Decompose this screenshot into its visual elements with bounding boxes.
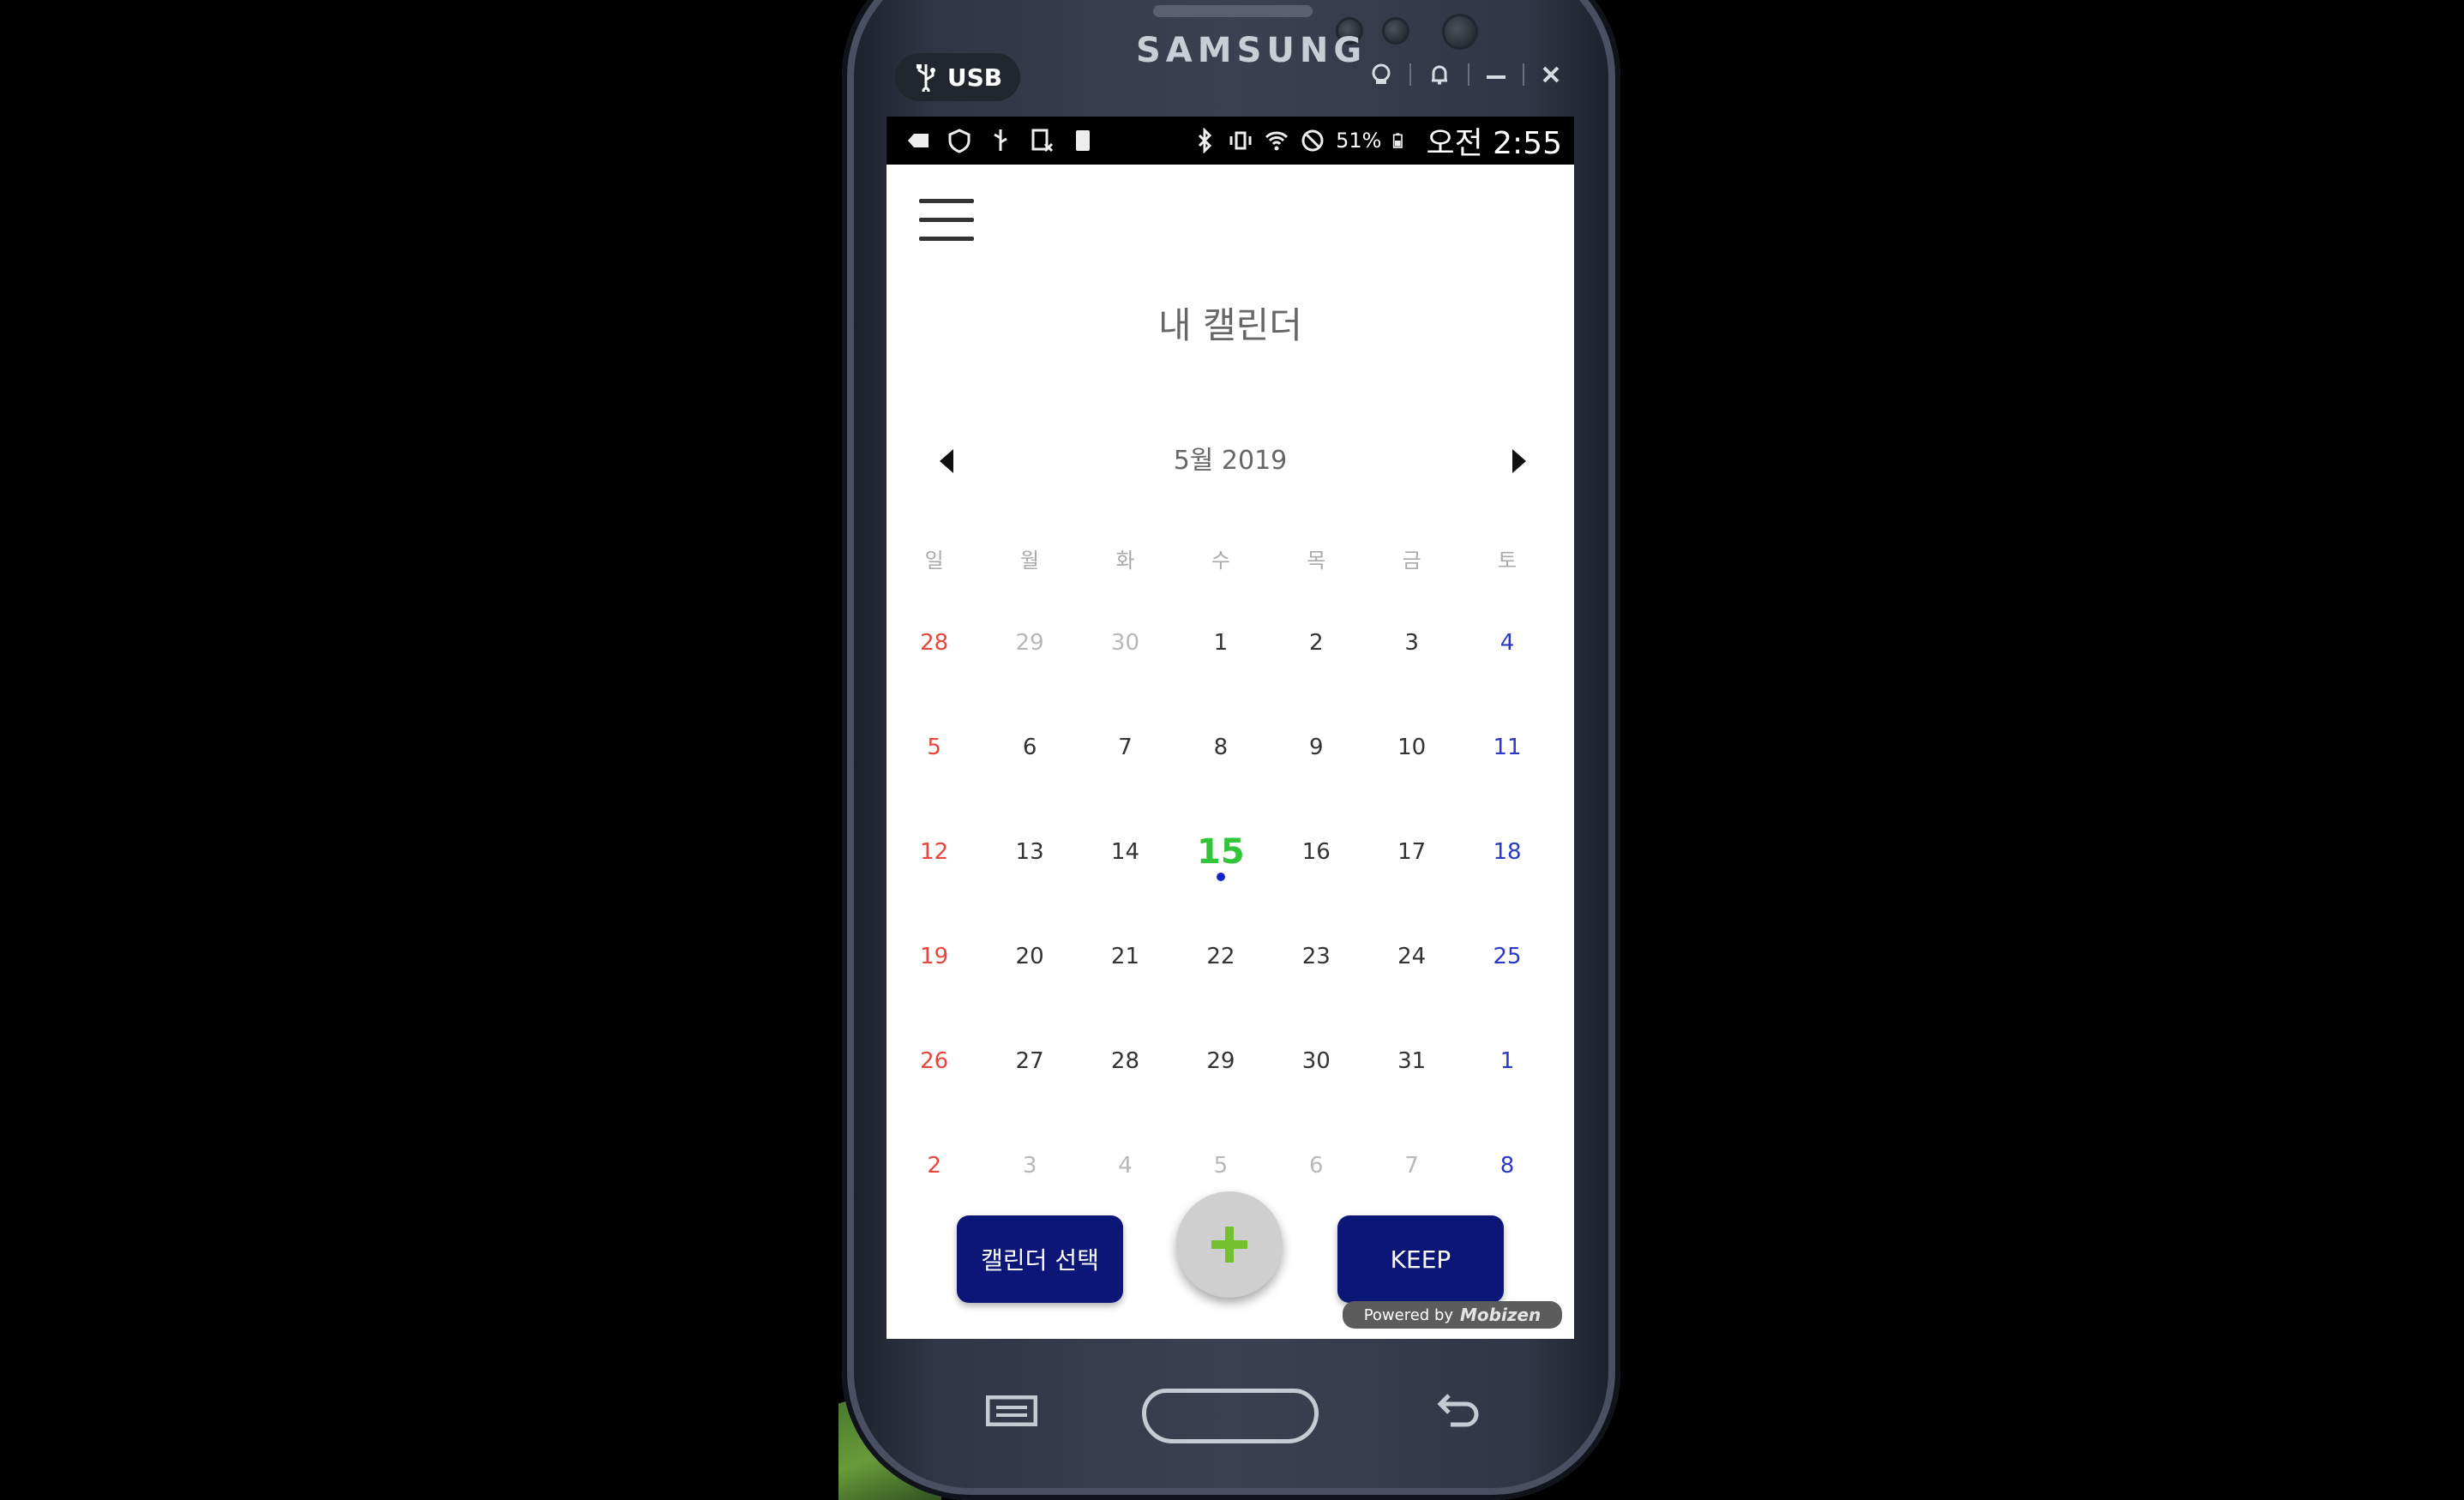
- status-bar: 51% 오전 2:55: [886, 117, 1574, 165]
- file-error-icon: [1031, 129, 1054, 153]
- weekday-header: 일 월 화 수 목 금 토: [886, 542, 1574, 579]
- calendar-week-row: 19 20 21 22 23 24 25: [886, 938, 1574, 1033]
- separator: [1468, 63, 1469, 86]
- calendar-day[interactable]: 30: [1078, 624, 1173, 719]
- calendar-day[interactable]: 24: [1364, 938, 1459, 1033]
- calendar-day[interactable]: 10: [1364, 729, 1459, 824]
- powered-by-logo: Mobizen: [1460, 1305, 1542, 1325]
- calendar-day[interactable]: 2: [1269, 624, 1364, 719]
- calendar-day[interactable]: 14: [1078, 833, 1173, 928]
- app-screen: 51% 오전 2:55 내 캘린더 5월 2019 일 월 화 수 목 금 토 …: [886, 117, 1574, 1339]
- calendar-day[interactable]: 27: [982, 1042, 1077, 1137]
- calendar-day[interactable]: 12: [886, 833, 982, 928]
- weekday-label: 월: [1020, 549, 1040, 573]
- hardware-menu-icon[interactable]: [986, 1395, 1037, 1426]
- bell-icon[interactable]: [1427, 62, 1452, 87]
- hardware-back-icon[interactable]: [1433, 1387, 1481, 1431]
- powered-by-text: Powered by: [1363, 1305, 1454, 1324]
- battery-percent: 51%: [1336, 129, 1382, 153]
- calendar-day[interactable]: 30: [1269, 1042, 1364, 1137]
- shield-icon: [948, 129, 971, 153]
- close-icon[interactable]: [1540, 62, 1562, 87]
- separator: [1523, 63, 1524, 86]
- calendar-day[interactable]: 7: [1078, 729, 1173, 824]
- calendar-day[interactable]: 1: [1459, 1042, 1554, 1137]
- no-signal-icon: [1301, 129, 1324, 152]
- keyboard-back-icon: [908, 134, 929, 147]
- calendar-week-row: 26 27 28 29 30 31 1: [886, 1042, 1574, 1137]
- calendar-day[interactable]: 26: [886, 1042, 982, 1137]
- calendar-day[interactable]: 11: [1459, 729, 1554, 824]
- calendar-day-today[interactable]: 15: [1173, 833, 1268, 928]
- calendar-day[interactable]: 9: [1269, 729, 1364, 824]
- calendar-day[interactable]: 13: [982, 833, 1077, 928]
- calendar-day[interactable]: 8: [1173, 729, 1268, 824]
- status-icons-left: [905, 128, 1096, 153]
- calendar-day[interactable]: 20: [982, 938, 1077, 1033]
- month-label: 5월 2019: [1173, 446, 1288, 476]
- calendar-day[interactable]: 22: [1173, 938, 1268, 1033]
- sd-card-icon: [1076, 130, 1090, 151]
- separator: [1409, 63, 1411, 86]
- calendar-day[interactable]: 28: [886, 624, 982, 719]
- vibrate-icon: [1229, 131, 1252, 150]
- hardware-home-button[interactable]: [1142, 1389, 1319, 1443]
- device-brand: SAMSUNG: [1136, 31, 1367, 70]
- calendar-day[interactable]: 19: [886, 938, 982, 1033]
- screenshot-icon[interactable]: [1368, 62, 1394, 87]
- proximity-sensor-icon: [1382, 17, 1409, 45]
- minimize-icon[interactable]: [1485, 62, 1507, 87]
- calendar-day[interactable]: 29: [982, 624, 1077, 719]
- calendar-day[interactable]: 21: [1078, 938, 1173, 1033]
- calendar-day[interactable]: 18: [1459, 833, 1554, 928]
- calendar-day[interactable]: 16: [1269, 833, 1364, 928]
- calendar-day[interactable]: 29: [1173, 1042, 1268, 1137]
- page-title: 내 캘린더: [1158, 304, 1302, 346]
- calendar-day[interactable]: 4: [1459, 624, 1554, 719]
- weekday-label: 토: [1497, 549, 1517, 573]
- usb-status-icon: [994, 129, 1007, 151]
- usb-icon: [916, 64, 935, 92]
- calendar-week-row: 5 6 7 8 9 10 11: [886, 729, 1574, 824]
- wifi-icon: [1265, 131, 1289, 151]
- calendar-day[interactable]: 17: [1364, 833, 1459, 928]
- weekday-label: 화: [1115, 549, 1135, 573]
- keep-button[interactable]: KEEP: [1337, 1215, 1504, 1303]
- calendar-day[interactable]: 25: [1459, 938, 1554, 1033]
- calendar-day[interactable]: 31: [1364, 1042, 1459, 1137]
- battery-icon: [1393, 133, 1403, 148]
- status-icons-right: 51% 오전 2:55: [1192, 118, 1562, 163]
- calendar-day[interactable]: 5: [886, 729, 982, 824]
- calendar-week-row: 12 13 14 15 16 17 18: [886, 833, 1574, 928]
- bluetooth-icon: [1199, 128, 1212, 153]
- add-event-button[interactable]: [1176, 1191, 1283, 1298]
- next-month-icon[interactable]: [1502, 442, 1536, 480]
- calendar-day[interactable]: 1: [1173, 624, 1268, 719]
- window-controls: [1368, 62, 1562, 87]
- hamburger-menu-icon[interactable]: [919, 199, 974, 242]
- earpiece-speaker: [1153, 5, 1313, 17]
- weekday-label: 일: [924, 549, 944, 573]
- plus-icon: [1211, 1227, 1247, 1263]
- select-calendar-button[interactable]: 캘린더 선택: [957, 1215, 1123, 1303]
- front-camera-icon: [1442, 14, 1478, 50]
- calendar-day[interactable]: 23: [1269, 938, 1364, 1033]
- usb-button[interactable]: USB: [895, 53, 1020, 101]
- event-dot-icon: [1216, 873, 1225, 881]
- calendar-day[interactable]: 3: [1364, 624, 1459, 719]
- usb-label: USB: [947, 63, 1003, 92]
- calendar-day[interactable]: 6: [982, 729, 1077, 824]
- calendar-day[interactable]: 28: [1078, 1042, 1173, 1137]
- powered-by-badge: Powered by Mobizen: [1343, 1301, 1562, 1329]
- weekday-label: 목: [1307, 549, 1326, 573]
- weekday-label: 금: [1402, 549, 1421, 573]
- weekday-label: 수: [1211, 549, 1230, 573]
- status-clock: 오전 2:55: [1426, 126, 1562, 161]
- calendar-week-row: 28 29 30 1 2 3 4: [886, 624, 1574, 719]
